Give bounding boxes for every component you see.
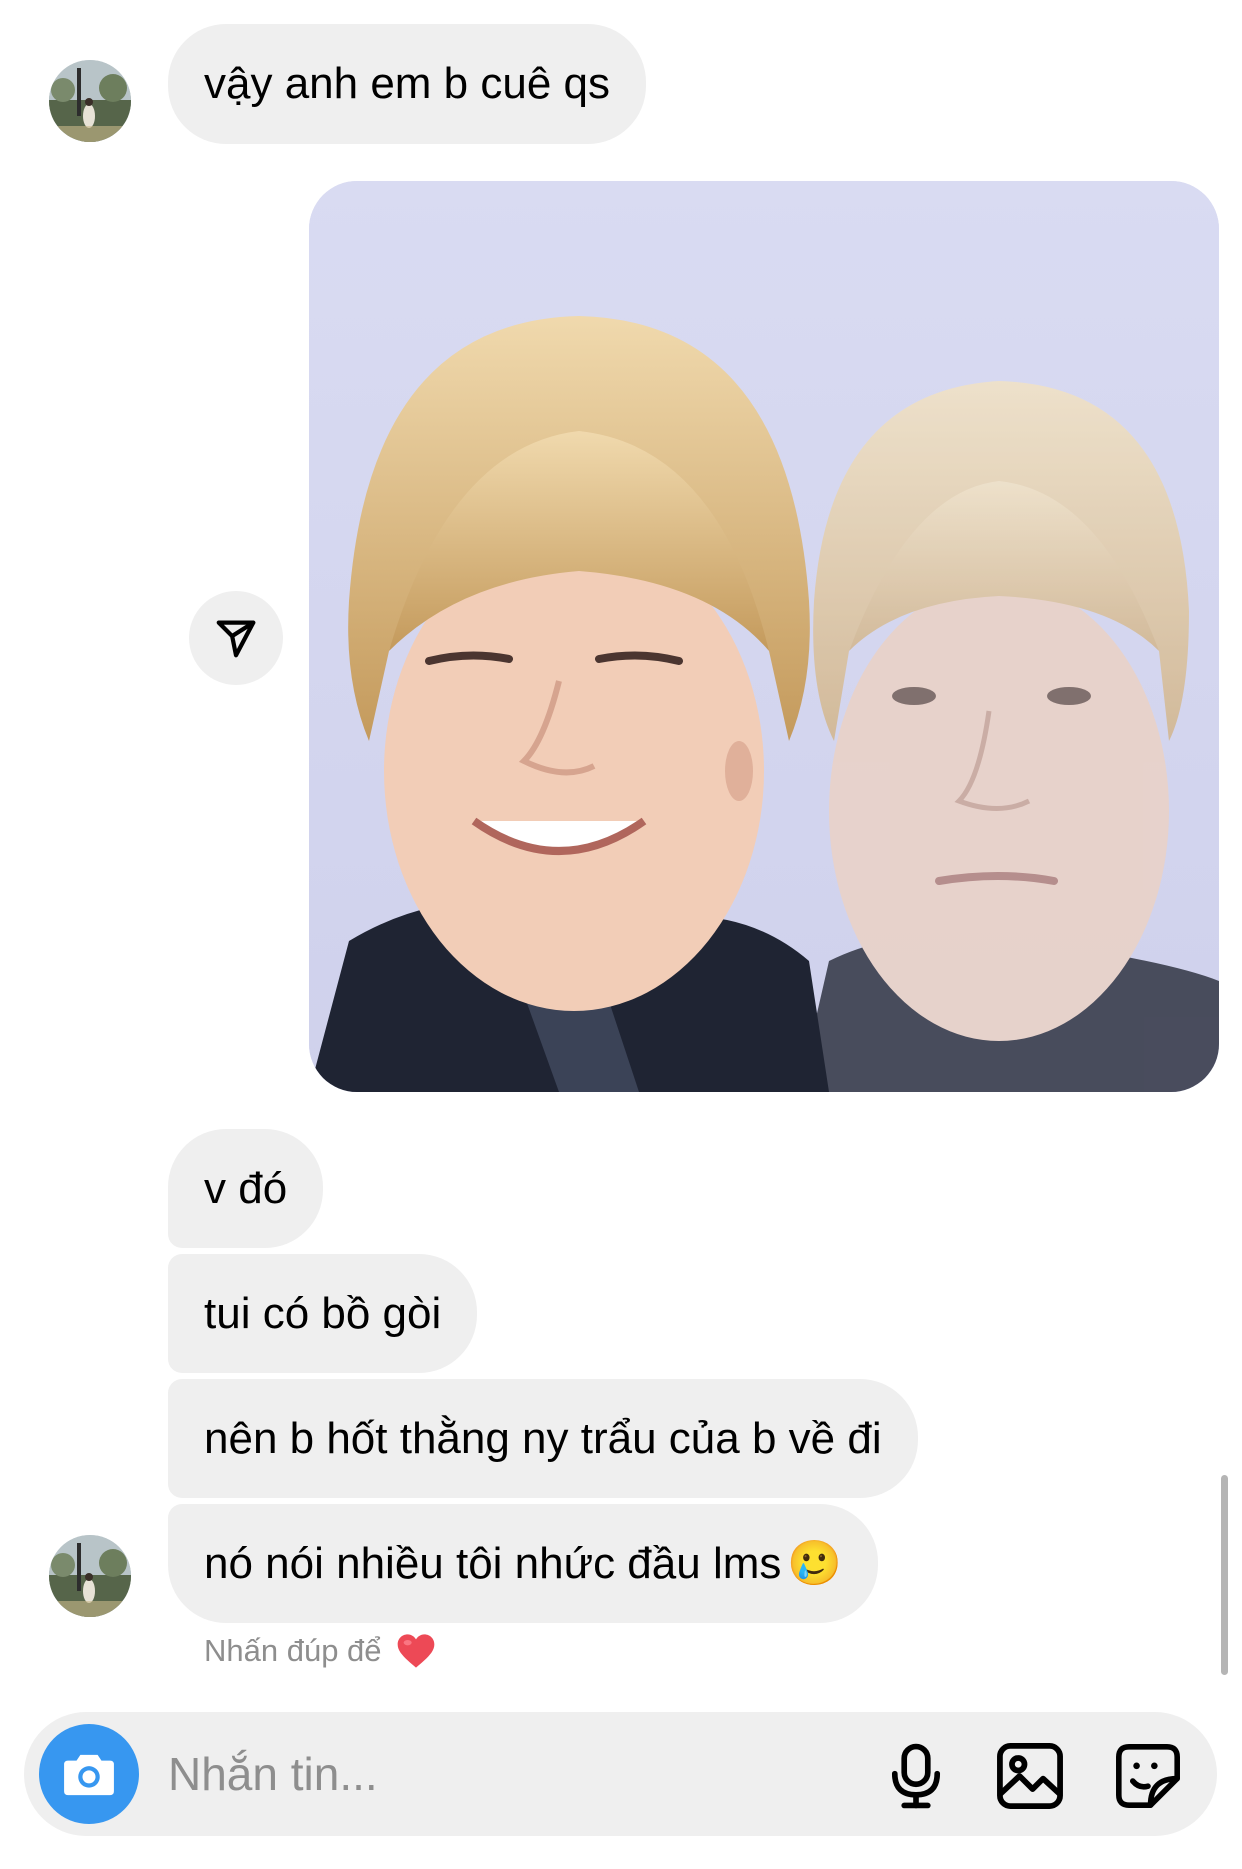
shared-photo[interactable] [309, 181, 1219, 1092]
sticker-button[interactable] [1108, 1736, 1188, 1816]
image-icon [997, 1743, 1063, 1809]
heart-icon[interactable] [396, 1632, 436, 1670]
sender-avatar[interactable] [49, 60, 131, 142]
scrollbar[interactable] [1221, 1475, 1228, 1675]
share-button[interactable] [189, 591, 283, 685]
camera-button[interactable] [39, 1724, 139, 1824]
camera-icon [64, 1754, 114, 1796]
message-text: v đó [204, 1163, 288, 1213]
message-text: tui có bồ gòi [204, 1288, 442, 1338]
gallery-button[interactable] [990, 1736, 1070, 1816]
message-bubble[interactable]: v đó [168, 1129, 324, 1248]
message-composer [24, 1712, 1217, 1836]
message-bubble[interactable]: tui có bồ gòi [168, 1254, 478, 1373]
reaction-hint: Nhấn đúp để [204, 1628, 436, 1674]
message-bubble[interactable]: vậy anh em b cuê qs [168, 24, 647, 144]
message-bubble[interactable]: nên b hốt thằng ny trẩu của b về đi [168, 1379, 918, 1498]
microphone-button[interactable] [876, 1736, 956, 1816]
microphone-icon [891, 1743, 941, 1809]
message-input[interactable] [168, 1742, 708, 1806]
message-text: nên b hốt thằng ny trẩu của b về đi [204, 1413, 882, 1463]
message-text: vậy anh em b cuê qs [204, 59, 611, 108]
message-text: nó nói nhiều tôi nhức đầu lms [204, 1538, 782, 1588]
send-icon [216, 620, 256, 658]
sender-avatar[interactable] [49, 1535, 131, 1617]
crying-smile-emoji: 🥲 [787, 1537, 843, 1589]
message-bubble[interactable]: nó nói nhiều tôi nhức đầu lms 🥲 [168, 1504, 879, 1623]
reaction-hint-text: Nhấn đúp để [204, 1633, 382, 1668]
sticker-icon [1116, 1744, 1180, 1808]
